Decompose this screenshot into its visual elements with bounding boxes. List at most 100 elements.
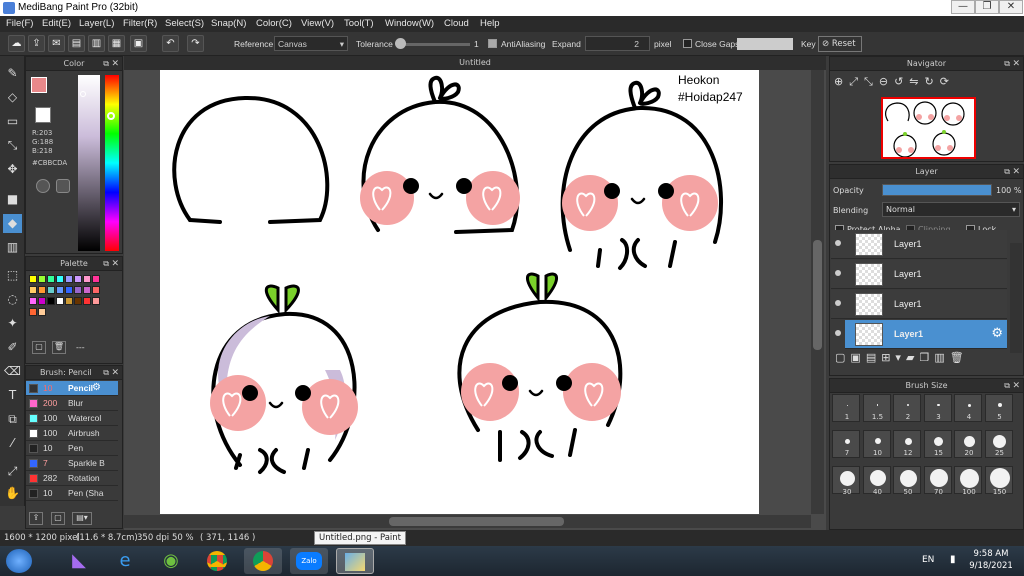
merge-layer-icon[interactable]: ▥ <box>934 351 949 364</box>
horizontal-scrollbar[interactable] <box>124 515 811 528</box>
visibility-icon[interactable] <box>835 240 841 246</box>
actual-size-icon[interactable]: ⤡ <box>864 75 879 88</box>
move-tool-icon[interactable]: ✥ <box>3 160 22 179</box>
color-picker-icon[interactable] <box>56 179 70 193</box>
brush-size-cell[interactable]: 20 <box>954 430 982 458</box>
menu-color[interactable]: Color(C) <box>256 18 292 29</box>
document-icon[interactable]: ▤ <box>68 35 85 52</box>
close-gaps-checkbox[interactable] <box>683 39 692 48</box>
palette-swatch[interactable] <box>29 297 37 305</box>
delete-palette-icon[interactable]: 🗑 <box>52 341 66 354</box>
tolerance-slider[interactable] <box>398 43 470 46</box>
brush-size-cell[interactable]: 30 <box>832 466 860 496</box>
bucket-tool-icon[interactable]: ◆ <box>3 214 22 233</box>
palette-swatch[interactable] <box>56 286 64 294</box>
new-layer-2-icon[interactable]: ▣ <box>850 351 865 364</box>
select-eraser-icon[interactable]: ⌫ <box>3 362 22 381</box>
brightness-handle[interactable] <box>80 91 86 97</box>
brush-row[interactable]: 100 Airbrush <box>26 426 118 441</box>
horizontal-scroll-thumb[interactable] <box>389 517 564 526</box>
brush-add-icon[interactable]: ⇪ <box>29 512 43 525</box>
brush-settings-icon[interactable]: ⚙ <box>92 382 101 393</box>
brush-size-cell[interactable]: 15 <box>923 430 952 458</box>
transparent-color-swatch[interactable] <box>35 107 51 123</box>
brush-size-cell[interactable]: 1.5 <box>862 394 891 422</box>
coc-coc-icon[interactable]: ◉ <box>152 548 190 574</box>
primary-color-swatch[interactable] <box>31 77 47 93</box>
popout-icon[interactable]: ⧉ <box>103 257 109 271</box>
chrome-icon[interactable] <box>198 548 236 574</box>
palette-swatch[interactable] <box>83 297 91 305</box>
internet-explorer-icon[interactable]: e <box>106 548 144 574</box>
select-pen-icon[interactable]: ✐ <box>3 338 22 357</box>
palette-swatch[interactable] <box>47 275 55 283</box>
palette-swatch[interactable] <box>38 308 46 316</box>
brush-size-cell[interactable]: 1 <box>832 394 860 422</box>
brush-row[interactable]: 100 Watercol <box>26 411 118 426</box>
palette-swatch[interactable] <box>29 275 37 283</box>
brush-size-cell[interactable]: 2 <box>893 394 921 422</box>
popout-icon[interactable]: ⧉ <box>103 57 109 71</box>
palette-swatch[interactable] <box>56 275 64 283</box>
zalo-icon[interactable]: Zalo <box>290 548 328 574</box>
color-wheel-icon[interactable] <box>36 179 50 193</box>
palette-swatch[interactable] <box>83 275 91 283</box>
brush-row[interactable]: 10 Pen <box>26 441 118 456</box>
visual-studio-icon[interactable]: ◣ <box>60 548 98 574</box>
text-tool-icon[interactable]: T <box>3 386 22 405</box>
menu-select[interactable]: Select(S) <box>165 18 204 29</box>
antialiasing-checkbox[interactable] <box>488 39 497 48</box>
palette-swatch[interactable] <box>29 286 37 294</box>
transform-icon[interactable]: ⤡ <box>3 136 22 155</box>
brush-copy-icon[interactable]: ▢ <box>51 512 65 525</box>
popout-icon[interactable]: ⧉ <box>1004 57 1010 71</box>
palette-swatch[interactable] <box>92 286 100 294</box>
menu-snap[interactable]: Snap(N) <box>211 18 246 29</box>
visibility-icon[interactable] <box>835 270 841 276</box>
grid-icon[interactable]: ▦ <box>108 35 125 52</box>
select-rect-icon[interactable]: ⬚ <box>3 266 22 285</box>
rotate-left-icon[interactable]: ↺ <box>894 75 909 88</box>
lasso-tool-icon[interactable]: ◌ <box>3 290 22 309</box>
brush-row[interactable]: 10 Pencil <box>26 381 118 396</box>
hand-tool-icon[interactable]: ✋ <box>3 484 22 503</box>
reference-select[interactable]: Canvas ▾ <box>274 36 348 51</box>
layer-row[interactable]: Layer1 ⚙ <box>835 320 1007 349</box>
paint-icon[interactable] <box>336 548 374 574</box>
folder-icon[interactable]: ▰ <box>906 351 919 364</box>
brush-row[interactable]: 7 Sparkle B <box>26 456 118 471</box>
minimize-button[interactable]: — <box>951 0 975 14</box>
layer-row[interactable]: Layer1 <box>831 230 1007 259</box>
maximize-button[interactable]: ❐ <box>975 0 999 14</box>
eyedropper-2-icon[interactable]: ⤢ <box>3 462 22 481</box>
hue-handle[interactable] <box>107 112 115 120</box>
menu-tool[interactable]: Tool(T) <box>344 18 374 29</box>
comment-icon[interactable]: ✉ <box>48 35 65 52</box>
menu-view[interactable]: View(V) <box>301 18 334 29</box>
eyedropper-icon[interactable]: ⁄ <box>3 434 22 453</box>
brush-row[interactable]: 282 Rotation <box>26 471 118 486</box>
palette-swatch[interactable] <box>38 275 46 283</box>
palette-swatch[interactable] <box>65 286 73 294</box>
close-icon[interactable]: ✕ <box>111 366 119 380</box>
close-window-button[interactable]: ✕ <box>999 0 1023 14</box>
palette-swatch[interactable] <box>65 275 73 283</box>
visibility-icon[interactable] <box>835 330 841 336</box>
redo-icon[interactable]: ↷ <box>187 35 204 52</box>
delete-layer-icon[interactable]: 🗑 <box>950 351 969 364</box>
palette-swatch[interactable] <box>29 308 37 316</box>
panel-divider-icon[interactable]: ⧉ <box>3 410 22 429</box>
close-icon[interactable]: ✕ <box>1012 165 1020 179</box>
brush-row[interactable]: 10 Pen (Sha <box>26 486 118 501</box>
palette-swatch[interactable] <box>47 297 55 305</box>
palette-swatch[interactable] <box>74 297 82 305</box>
palette-swatch[interactable] <box>47 286 55 294</box>
close-gaps-field[interactable] <box>737 38 793 50</box>
share-icon[interactable]: ⇪ <box>28 35 45 52</box>
brush-size-cell[interactable]: 10 <box>862 430 891 458</box>
magic-wand-icon[interactable]: ✦ <box>3 314 22 333</box>
close-icon[interactable]: ✕ <box>1012 379 1020 393</box>
palette-swatch[interactable] <box>74 286 82 294</box>
network-icon[interactable]: ▮ <box>950 554 956 565</box>
brush-size-cell[interactable]: 7 <box>832 430 860 458</box>
